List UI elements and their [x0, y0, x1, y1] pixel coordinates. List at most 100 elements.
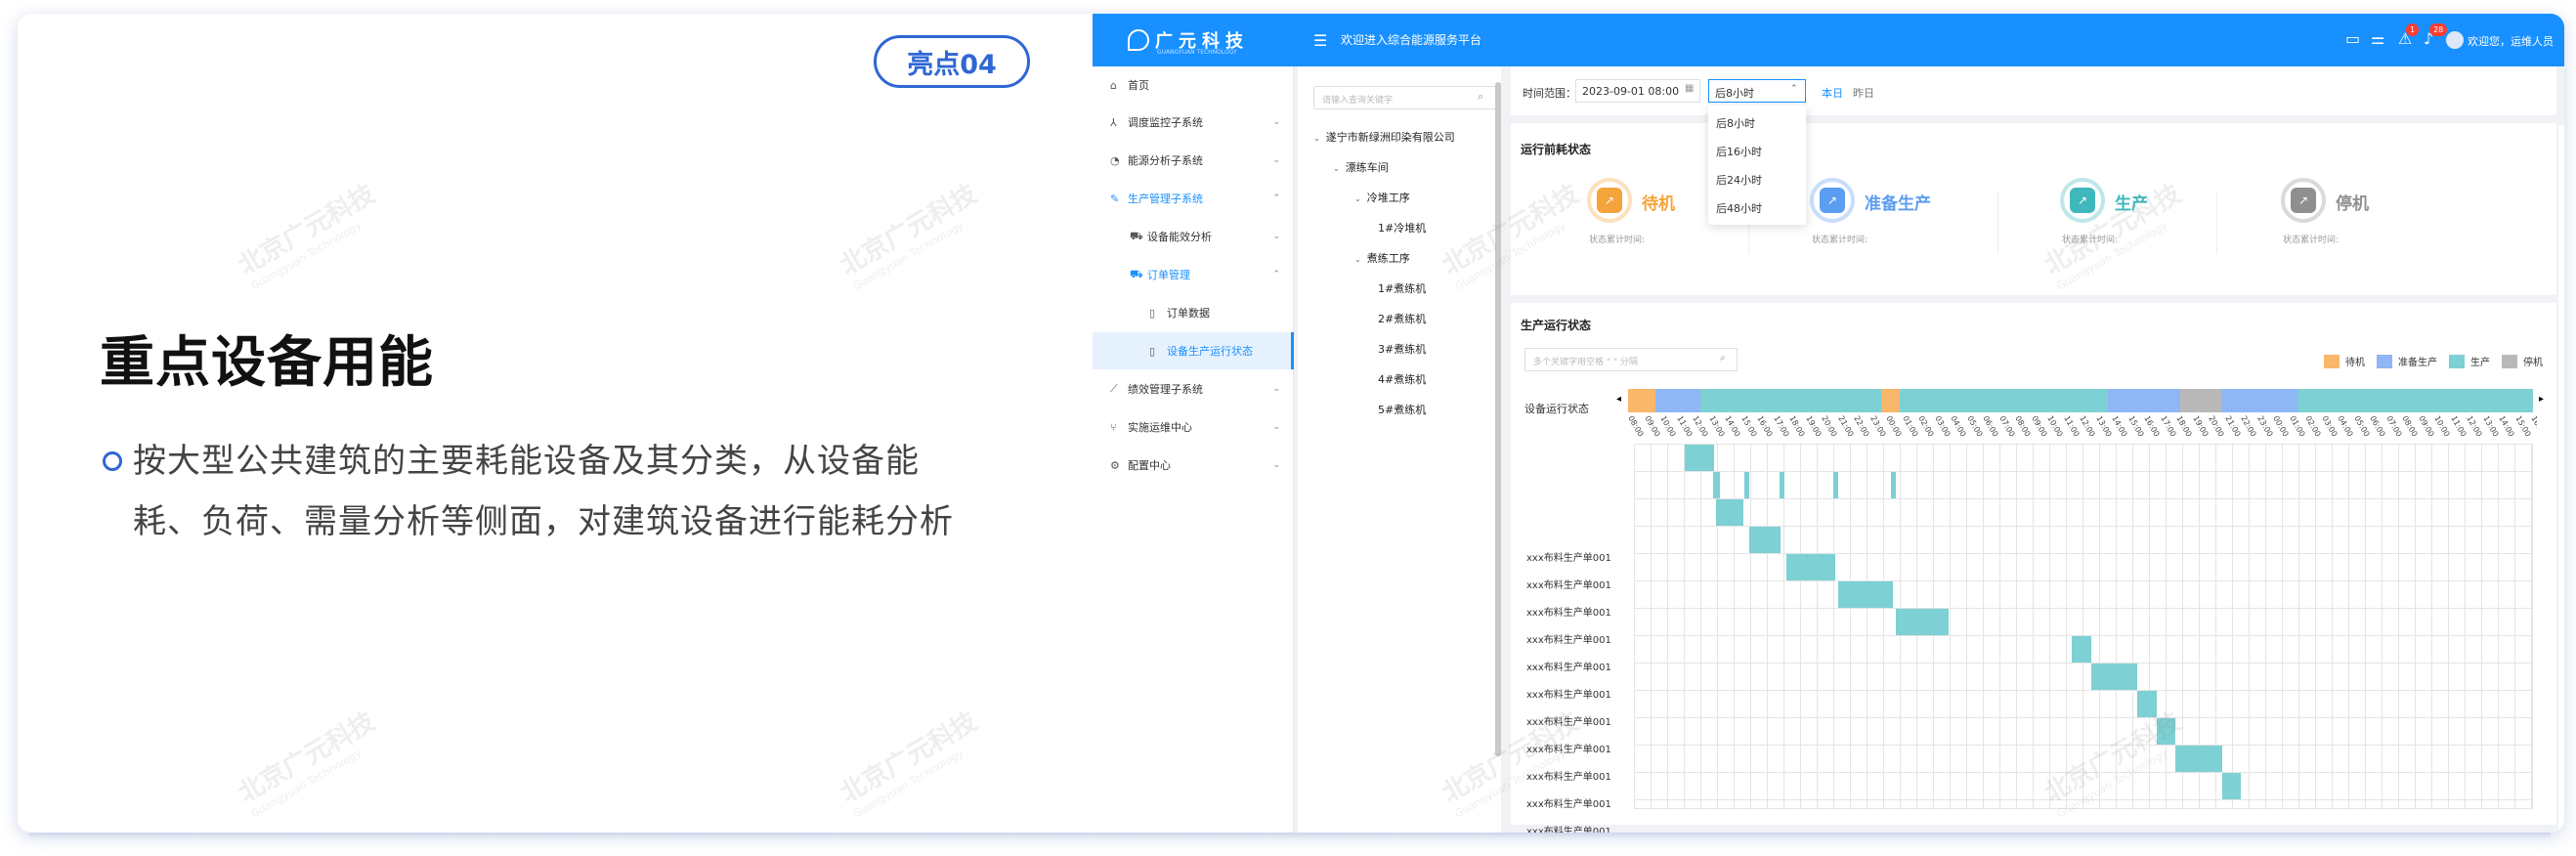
date-input[interactable]: 2023-09-01 08:00 [1575, 79, 1700, 103]
sidebar-item-label: 实施运维中心 [1128, 421, 1192, 434]
tree-node[interactable]: ⌄ 冷堆工序 [1354, 190, 1410, 205]
pie-icon: ◔ [1110, 153, 1120, 167]
status-strip-segment [2220, 389, 2298, 412]
sidebar-item-label: 订单管理 [1147, 269, 1190, 281]
tree-node[interactable]: ⌄ 煮练工序 [1354, 250, 1410, 266]
device-status-label: 设备运行状态 [1524, 403, 1589, 415]
sidebar-item[interactable]: ⑂ 实施运维中心 ⌄ [1093, 408, 1294, 446]
chevron-right-icon[interactable]: ▸ [2539, 394, 2544, 405]
tree-node[interactable]: 2#煮练机 [1378, 311, 1426, 326]
sidebar-item[interactable]: ✎ 生产管理子系统 ⌃ [1093, 180, 1294, 217]
gantt-bar[interactable] [1713, 472, 1720, 498]
gantt-grid [1634, 444, 2533, 809]
gantt-row-label: xxx布料生产单001 [1526, 663, 1611, 673]
watermark: 北京广元科技Guangyuan Technology [231, 174, 387, 293]
gantt-search-input[interactable]: 多个关键字用空格 " " 分隔 [1524, 348, 1738, 371]
today-button[interactable]: 本日 [1822, 85, 1843, 101]
gantt-bar[interactable] [1780, 472, 1785, 498]
gantt-bar[interactable] [2137, 691, 2157, 717]
sidebar-item[interactable]: ⚙ 配置中心 ⌄ [1093, 447, 1294, 484]
gantt-bar[interactable] [1832, 472, 1839, 498]
tree-node[interactable]: 5#煮练机 [1378, 402, 1426, 417]
sidebar-item[interactable]: ⟋ 绩效管理子系统 ⌄ [1093, 370, 1294, 407]
chevron-left-icon[interactable]: ◂ [1616, 394, 1621, 405]
tree-node-label: 1#冷堆机 [1378, 222, 1427, 235]
sidebar-item[interactable]: ◔ 能源分析子系统 ⌄ [1093, 142, 1294, 179]
tree-node[interactable]: 1#煮练机 [1378, 280, 1426, 296]
monitor-icon: ⅄ [1110, 115, 1117, 129]
chevron-down-icon[interactable]: ⌄ [1354, 255, 1361, 264]
time-axis: 08:00 09:00 10:00 11:00 12:00 13:00 14:00 15:00… [1628, 414, 2537, 444]
tree-node[interactable]: 3#煮练机 [1378, 341, 1426, 357]
tree-scrollbar[interactable] [1495, 82, 1501, 756]
chevron-up-icon: ⌃ [1272, 193, 1280, 203]
range-option[interactable]: 后48小时 [1716, 200, 1762, 216]
search-icon[interactable]: ⌕ [1720, 353, 1726, 364]
gantt-panel: 生产运行状态 多个关键字用空格 " " 分隔 ⌕ 待机 准备生产 生产 停机 设备运行… [1511, 303, 2556, 833]
gantt-bar[interactable] [2090, 663, 2137, 690]
sidebar-item[interactable]: ⌂ 首页 [1093, 66, 1294, 104]
tree-node[interactable]: ⌄ 遂宁市新绿洲印染有限公司 [1313, 129, 1455, 145]
chevron-down-icon: ⌄ [1272, 155, 1280, 165]
chevron-down-icon: ⌄ [1272, 117, 1280, 127]
calendar-icon[interactable]: ▦ [1685, 83, 1694, 94]
watermark-text: 北京广元科技 [233, 179, 381, 281]
legend-label: 生产 [2470, 358, 2490, 368]
gantt-bar[interactable] [2175, 746, 2222, 772]
status-duration-label: 状态累计时间: [1812, 235, 1868, 245]
sidebar-item[interactable]: ⛟ 订单管理 ⌃ [1093, 256, 1294, 293]
sidebar-item[interactable]: ⛟ 设备能效分析 ⌄ [1093, 218, 1294, 255]
avatar[interactable] [2446, 31, 2464, 49]
gantt-bar[interactable] [1744, 472, 1750, 498]
gantt-bar[interactable] [2156, 718, 2176, 745]
chevron-up-icon[interactable]: ⌃ [1790, 84, 1798, 94]
status-ring-icon: ↗ [2281, 178, 2326, 223]
welcome-text: 欢迎进入综合能源服务平台 [1341, 33, 1482, 47]
sidebar-item[interactable]: ⅄ 调度监控子系统 ⌄ [1093, 104, 1294, 141]
status-duration-label: 状态累计时间: [1589, 235, 1646, 245]
gantt-bar[interactable] [1838, 581, 1893, 608]
filter-bar: 时间范围： 2023-09-01 08:00 ▦ 后8小时 ⌃ 本日 昨日 [1511, 66, 2556, 115]
tree-node[interactable]: ⌄ 漂练车间 [1333, 159, 1389, 175]
legend-swatch [2324, 354, 2340, 368]
sidebar-item[interactable]: ▯ 订单数据 [1093, 294, 1294, 331]
search-icon[interactable]: ⌕ [1478, 90, 1483, 104]
gantt-bar[interactable] [1895, 609, 1950, 635]
tree-node[interactable]: 4#煮练机 [1378, 371, 1426, 387]
screen-icon[interactable]: ▭ [2345, 29, 2360, 48]
tree-node-label: 1#煮练机 [1378, 282, 1427, 295]
sidebar-item-label: 调度监控子系统 [1128, 116, 1203, 129]
file-icon: ▯ [1149, 306, 1156, 320]
gantt-bar[interactable] [1684, 445, 1715, 471]
alert-count-badge: 1 [2406, 23, 2420, 36]
status-name: 停机 [2336, 194, 2369, 214]
gantt-row-label: xxx布料生产单001 [1526, 690, 1611, 701]
menu-toggle-icon[interactable]: ☰ [1313, 31, 1327, 50]
highlight-badge: 亮点04 [874, 35, 1030, 88]
main-scrollbar[interactable] [2558, 125, 2564, 829]
watermark: 北京广元科技Guangyuan Technology [833, 702, 989, 821]
chevron-down-icon: ⌄ [1272, 232, 1280, 241]
gantt-bar[interactable] [2072, 636, 2091, 663]
gantt-bar[interactable] [1890, 472, 1896, 498]
chevron-down-icon[interactable]: ⌄ [1354, 194, 1361, 203]
gantt-bar[interactable] [2221, 773, 2242, 799]
tree-search-input[interactable]: 请输入查询关键字 [1313, 86, 1499, 109]
gantt-bar[interactable] [1716, 499, 1744, 526]
gantt-bar[interactable] [1785, 554, 1835, 580]
tree-panel: 请输入查询关键字 ⌕ ⌄ 遂宁市新绿洲印染有限公司 ⌄ 漂练车间 ⌄ 冷堆工序 1#冷堆机 ⌄… [1298, 66, 1501, 833]
yesterday-button[interactable]: 昨日 [1853, 85, 1874, 101]
user-greeting[interactable]: 欢迎您，运维人员 [2468, 33, 2554, 49]
app-topbar: 广元科技 GUANGYUAN TECHNOLOGY ☰ 欢迎进入综合能源服务平台… [1093, 14, 2564, 66]
gantt-bar[interactable] [1749, 527, 1782, 553]
chevron-down-icon[interactable]: ⌄ [1333, 164, 1340, 173]
range-option[interactable]: 后8小时 [1716, 115, 1755, 131]
sidebar-item[interactable]: ▯ 设备生产运行状态 [1093, 332, 1294, 369]
logo-subtext: GUANGYUAN TECHNOLOGY [1157, 49, 1237, 56]
range-option[interactable]: 后24小时 [1716, 172, 1762, 188]
settings-sliders-icon[interactable]: ⚌ [2371, 29, 2384, 48]
tree-node[interactable]: 1#冷堆机 [1378, 220, 1426, 235]
chevron-down-icon[interactable]: ⌄ [1313, 134, 1320, 143]
range-option[interactable]: 后16小时 [1716, 144, 1762, 159]
chevron-down-icon: ⌄ [1272, 384, 1280, 394]
